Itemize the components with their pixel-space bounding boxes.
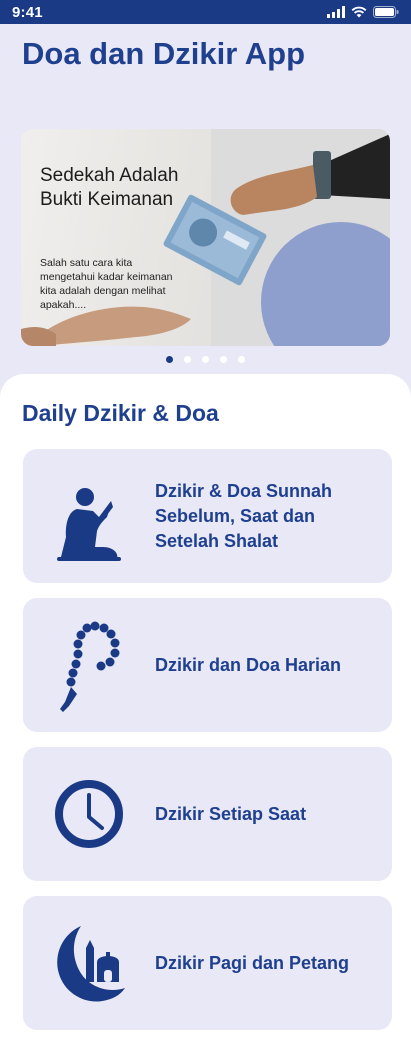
carousel-dot[interactable]: [220, 356, 227, 363]
menu-card-label: Dzikir Pagi dan Petang: [155, 952, 350, 973]
menu-card-shalat[interactable]: Dzikir & Doa Sunnah Sebelum, Saat dan Se…: [23, 449, 392, 583]
prayer-beads-icon: [47, 616, 131, 714]
praying-person-icon: [47, 467, 131, 565]
section-title: Daily Dzikir & Doa: [22, 400, 219, 426]
carousel-dot[interactable]: [202, 356, 209, 363]
banner-headline: Sedekah Adalah Bukti Keimanan: [40, 165, 179, 210]
status-icons: [327, 6, 399, 18]
clock-icon: [47, 765, 131, 863]
carousel-dot[interactable]: [238, 356, 245, 363]
status-bar: 9:41: [0, 0, 411, 24]
signal-icon: [327, 6, 345, 18]
carousel-dot[interactable]: [184, 356, 191, 363]
menu-card-label: Dzikir dan Doa Harian: [155, 654, 342, 675]
menu-card-harian[interactable]: Dzikir dan Doa Harian: [23, 598, 392, 732]
carousel-dot[interactable]: [166, 356, 173, 363]
carousel-indicator[interactable]: [0, 356, 411, 366]
wifi-icon: [351, 6, 367, 18]
banner-description: Salah satu cara kita mengetahui kadar ke…: [40, 257, 173, 311]
menu-card-label: Dzikir & Doa Sunnah Sebelum, Saat dan Se…: [155, 480, 333, 551]
banner-card[interactable]: Sedekah Adalah Bukti Keimanan Salah satu…: [21, 129, 390, 346]
status-time: 9:41: [12, 3, 43, 21]
menu-card-label: Dzikir Setiap Saat: [155, 803, 307, 824]
battery-icon: [373, 6, 399, 18]
menu-card-setiap-saat[interactable]: Dzikir Setiap Saat: [23, 747, 392, 881]
page-title: Doa dan Dzikir App: [22, 36, 306, 71]
menu-card-pagi-petang[interactable]: Dzikir Pagi dan Petang: [23, 896, 392, 1030]
banner-illustration: [21, 129, 390, 346]
crescent-mosque-icon: [47, 914, 131, 1012]
